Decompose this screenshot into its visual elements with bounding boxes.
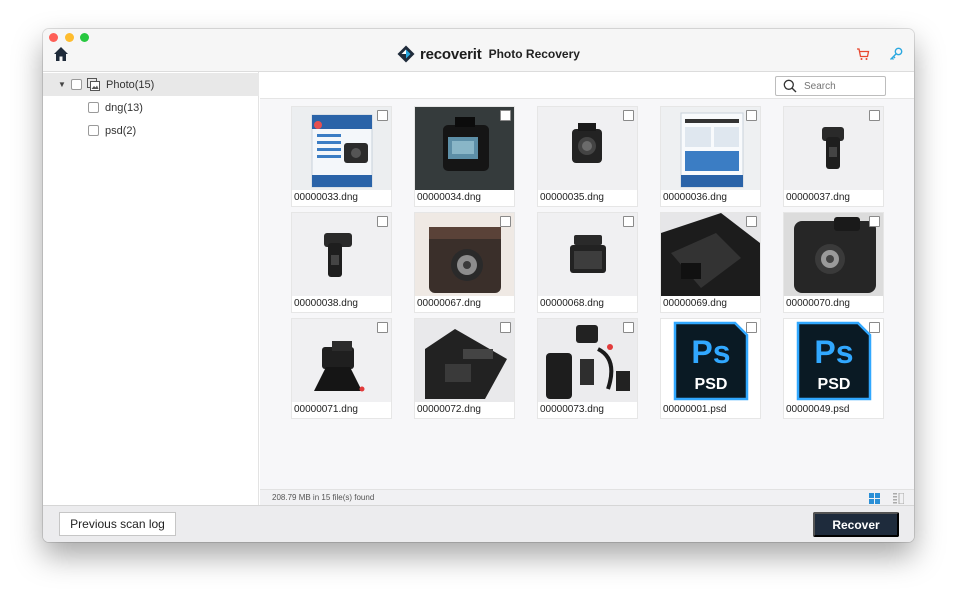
file-name: 00000036.dng [663,192,727,203]
search-toolbar [260,72,914,99]
svg-text:PSD: PSD [695,376,728,393]
file-tile[interactable]: 00000033.dng [292,107,391,206]
status-bar: 208.79 MB in 15 file(s) found [260,489,914,505]
list-view-icon[interactable] [893,493,904,504]
minimize-window-button[interactable] [65,33,74,42]
tile-checkbox[interactable] [746,322,757,333]
close-window-button[interactable] [49,33,58,42]
tree-item-label: psd(2) [105,124,137,137]
dng-checkbox[interactable] [88,102,99,113]
tile-checkbox[interactable] [746,216,757,227]
brand: recoverit Photo Recovery [397,44,580,64]
file-tile[interactable]: 00000068.dng [538,213,637,312]
file-tile[interactable]: 00000036.dng [661,107,760,206]
file-name: 00000001.psd [663,404,727,415]
sidebar-tree: ▼ Photo(15) dng(13) psd(2) [43,72,259,505]
file-name: 00000033.dng [294,192,358,203]
file-browser: 00000033.dng 00000034.dng 0 [260,72,914,505]
file-tile[interactable]: 00000038.dng [292,213,391,312]
file-tile[interactable]: 00000073.dng [538,319,637,418]
file-tile[interactable]: 00000037.dng [784,107,883,206]
tree-item-dng[interactable]: dng(13) [43,96,259,119]
tile-checkbox[interactable] [869,216,880,227]
previous-scan-log-button[interactable]: Previous scan log [59,512,176,536]
file-name: 00000034.dng [417,192,481,203]
tile-checkbox[interactable] [869,110,880,121]
file-tile[interactable]: Ps PSD 00000001.psd [661,319,760,418]
brand-name: recoverit [420,45,482,63]
tree-item-psd[interactable]: psd(2) [43,119,259,142]
file-tile[interactable]: 00000071.dng [292,319,391,418]
tree-item-label: Photo(15) [106,78,155,91]
file-name: 00000067.dng [417,298,481,309]
file-tile[interactable]: 00000034.dng [415,107,514,206]
file-tile[interactable]: 00000072.dng [415,319,514,418]
svg-text:PSD: PSD [818,376,851,393]
file-tile[interactable]: 00000035.dng [538,107,637,206]
tile-checkbox[interactable] [500,216,511,227]
tile-checkbox[interactable] [623,322,634,333]
home-icon[interactable] [53,46,69,62]
psd-checkbox[interactable] [88,125,99,136]
tile-checkbox[interactable] [377,110,388,121]
file-name: 00000070.dng [786,298,850,309]
tile-checkbox[interactable] [746,110,757,121]
footer-bar: Previous scan log Recover [43,505,914,542]
file-name: 00000071.dng [294,404,358,415]
recover-button[interactable]: Recover [813,512,899,537]
file-tile[interactable]: 00000070.dng [784,213,883,312]
chevron-down-icon[interactable]: ▼ [58,80,66,89]
maximize-window-button[interactable] [80,33,89,42]
photo-checkbox[interactable] [71,79,82,90]
search-box[interactable] [775,76,886,96]
app-window: recoverit Photo Recovery ▼ Photo(15) dng… [43,29,914,542]
file-name: 00000035.dng [540,192,604,203]
tree-item-photo[interactable]: ▼ Photo(15) [43,73,259,96]
recoverit-logo-icon [397,45,415,63]
file-name: 00000038.dng [294,298,358,309]
photo-folder-icon [87,78,100,91]
title-bar: recoverit Photo Recovery [43,29,914,72]
file-name: 00000069.dng [663,298,727,309]
tree-item-label: dng(13) [105,101,143,114]
search-icon [783,79,797,93]
file-name: 00000068.dng [540,298,604,309]
file-name: 00000073.dng [540,404,604,415]
svg-text:Ps: Ps [814,334,853,370]
key-icon[interactable] [889,47,903,61]
scan-summary: 208.79 MB in 15 file(s) found [272,493,375,502]
tile-checkbox[interactable] [377,216,388,227]
product-name: Photo Recovery [488,47,580,61]
file-name: 00000072.dng [417,404,481,415]
search-input[interactable] [804,80,884,92]
tile-checkbox[interactable] [377,322,388,333]
file-tile[interactable]: 00000067.dng [415,213,514,312]
file-tile[interactable]: Ps PSD 00000049.psd [784,319,883,418]
file-tile[interactable]: 00000069.dng [661,213,760,312]
tile-checkbox[interactable] [869,322,880,333]
svg-text:Ps: Ps [691,334,730,370]
tile-checkbox[interactable] [623,110,634,121]
tile-checkbox[interactable] [500,110,511,121]
cart-icon[interactable] [856,48,870,61]
tile-checkbox[interactable] [623,216,634,227]
file-name: 00000049.psd [786,404,850,415]
grid-view-icon[interactable] [869,493,880,504]
tile-checkbox[interactable] [500,322,511,333]
file-name: 00000037.dng [786,192,850,203]
